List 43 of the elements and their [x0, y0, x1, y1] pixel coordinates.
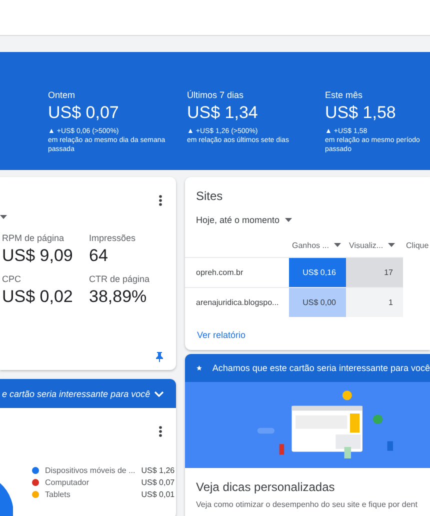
table-cell: 17 [346, 258, 403, 288]
stat-label: Ontem [48, 90, 76, 100]
column-header[interactable]: Clique [403, 233, 430, 258]
metric-label: Impressões [89, 233, 137, 243]
legend-label: Tablets [45, 490, 72, 499]
stat-label: Últimos 7 dias [187, 90, 245, 100]
metric-label: CTR de página [89, 274, 151, 284]
table-cell: US$ 0,00 [289, 288, 346, 317]
tip-title: Veja dicas personalizadas [196, 480, 336, 494]
dropdown-caret-icon [0, 215, 7, 219]
table-cell: US$ 0,16 [289, 258, 346, 288]
banner-text: e cartão seria interessante para você [1, 388, 152, 398]
legend-label: Dispositivos móveis de ... [45, 466, 136, 475]
table-cell: 1 [346, 288, 403, 317]
more-options-icon[interactable] [159, 426, 162, 437]
legend-value: US$ 0,01 [141, 490, 175, 499]
metric-label: CPC [2, 274, 22, 284]
stat-value: US$ 0,07 [48, 103, 120, 123]
pin-icon[interactable] [156, 352, 163, 362]
report-link[interactable]: Ver relatório [197, 330, 246, 340]
dropdown-caret-icon [284, 218, 292, 222]
metric-value: US$ 0,02 [2, 287, 74, 307]
column-header[interactable]: Ganhos ... [289, 233, 346, 258]
legend-value: US$ 0,07 [141, 478, 175, 487]
stat-label: Este mês [325, 90, 364, 100]
period-dropdown[interactable]: Hoje, até o momento [196, 215, 430, 225]
metric-value: US$ 9,09 [2, 246, 74, 266]
metric-value: 64 [89, 246, 109, 266]
more-options-icon[interactable] [159, 195, 162, 206]
dropdown-caret-icon [388, 243, 396, 247]
metric-label: RPM de página [2, 233, 66, 243]
stat-value: US$ 1,34 [187, 103, 259, 123]
legend-label: Computador [45, 478, 90, 487]
tip-body: Veja como otimizar o desempenho do seu site e fique por dent [196, 500, 418, 509]
card-title: Sites [196, 189, 224, 203]
pie-chart-drawing [0, 483, 13, 516]
stat-value: US$ 1,58 [325, 103, 397, 123]
legend-value: US$ 1,26 [141, 466, 175, 475]
column-header[interactable]: Visualiz... [346, 233, 403, 258]
dropdown-caret-icon [334, 243, 341, 247]
metric-value: 38,89% [89, 287, 148, 307]
chevron-down-icon[interactable] [154, 390, 164, 396]
banner-text: Achamos que este cartão seria interessante para você [212, 363, 430, 373]
